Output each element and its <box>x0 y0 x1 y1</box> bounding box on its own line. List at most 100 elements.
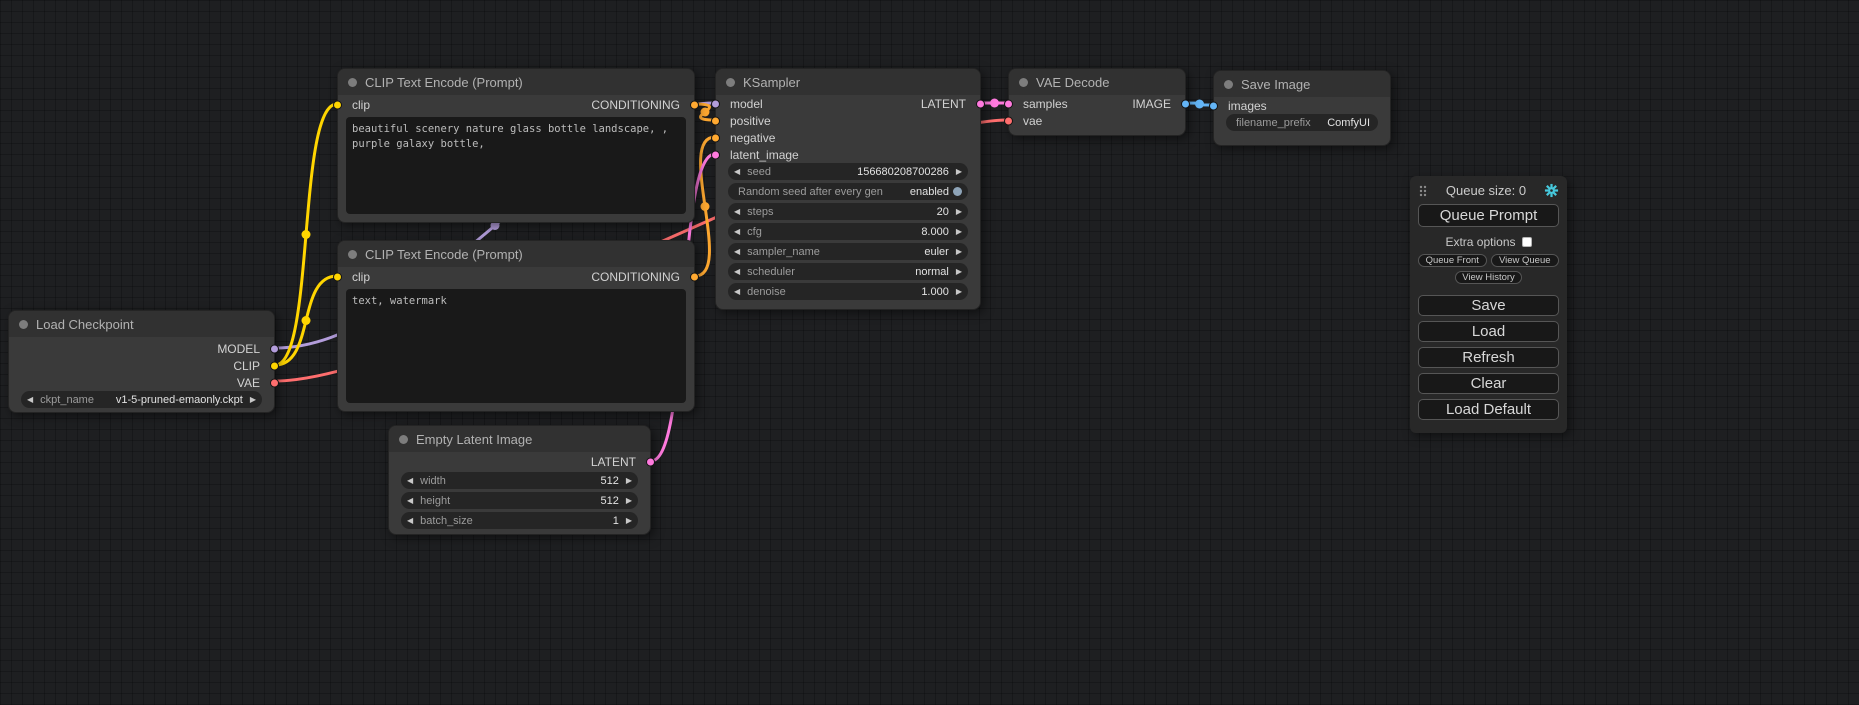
increment-arrow-icon[interactable]: ▶ <box>626 517 632 525</box>
input-dot-images[interactable] <box>1209 101 1218 110</box>
widget-batch-size[interactable]: ◀ batch_size 1 ▶ <box>401 512 638 529</box>
decrement-arrow-icon[interactable]: ◀ <box>407 497 413 505</box>
output-dot-image[interactable] <box>1181 99 1190 108</box>
node-title: Save Image <box>1241 77 1310 92</box>
prompt-textarea[interactable]: text, watermark <box>346 289 686 403</box>
widget-scheduler[interactable]: ◀ scheduler normal ▶ <box>728 263 968 280</box>
load-button[interactable]: Load <box>1418 321 1559 342</box>
input-dot-latent-image[interactable] <box>711 150 720 159</box>
increment-arrow-icon[interactable]: ▶ <box>956 228 962 236</box>
node-title-bar[interactable]: Save Image <box>1214 71 1390 97</box>
node-ksampler[interactable]: KSampler model LATENT positive negative … <box>715 68 981 310</box>
node-status-dot[interactable] <box>726 78 735 87</box>
node-title-bar[interactable]: VAE Decode <box>1009 69 1185 95</box>
widget-steps[interactable]: ◀ steps 20 ▶ <box>728 203 968 220</box>
output-dot-latent[interactable] <box>976 99 985 108</box>
node-title-bar[interactable]: Load Checkpoint <box>9 311 274 337</box>
node-status-dot[interactable] <box>348 250 357 259</box>
node-graph-canvas[interactable]: Load Checkpoint MODEL CLIP VAE ◀ ckpt_na… <box>0 0 1859 705</box>
settings-gear-icon[interactable] <box>1544 183 1559 198</box>
node-status-dot[interactable] <box>1019 78 1028 87</box>
output-row-latent: LATENT <box>389 452 650 472</box>
prompt-textarea[interactable]: beautiful scenery nature glass bottle la… <box>346 117 686 214</box>
node-title: KSampler <box>743 75 800 90</box>
output-dot-clip[interactable] <box>270 361 279 370</box>
output-dot-conditioning[interactable] <box>690 101 699 110</box>
view-queue-button[interactable]: View Queue <box>1491 254 1560 267</box>
queue-front-button[interactable]: Queue Front <box>1418 254 1487 267</box>
widget-ckpt-name[interactable]: ◀ ckpt_name v1-5-pruned-emaonly.ckpt ▶ <box>21 391 262 408</box>
clear-button[interactable]: Clear <box>1418 373 1559 394</box>
output-label-image: IMAGE <box>1132 97 1171 111</box>
increment-arrow-icon[interactable]: ▶ <box>626 497 632 505</box>
decrement-arrow-icon[interactable]: ◀ <box>27 396 33 404</box>
input-dot-model[interactable] <box>711 99 720 108</box>
input-dot-negative[interactable] <box>711 133 720 142</box>
node-load-checkpoint[interactable]: Load Checkpoint MODEL CLIP VAE ◀ ckpt_na… <box>8 310 275 413</box>
drag-handle-icon[interactable] <box>1418 184 1428 198</box>
decrement-arrow-icon[interactable]: ◀ <box>407 477 413 485</box>
widget-height[interactable]: ◀ height 512 ▶ <box>401 492 638 509</box>
decrement-arrow-icon[interactable]: ◀ <box>734 228 740 236</box>
node-title-bar[interactable]: Empty Latent Image <box>389 426 650 452</box>
widget-cfg[interactable]: ◀ cfg 8.000 ▶ <box>728 223 968 240</box>
link-midpoint-dot <box>1195 100 1204 109</box>
node-vae-decode[interactable]: VAE Decode samples IMAGE vae <box>1008 68 1186 136</box>
widget-value: 156680208700286 <box>857 166 949 178</box>
input-label-model: model <box>730 97 763 111</box>
increment-arrow-icon[interactable]: ▶ <box>956 248 962 256</box>
widget-width[interactable]: ◀ width 512 ▶ <box>401 472 638 489</box>
input-dot-clip[interactable] <box>333 101 342 110</box>
node-status-dot[interactable] <box>348 78 357 87</box>
view-history-button[interactable]: View History <box>1455 271 1522 284</box>
node-title: VAE Decode <box>1036 75 1109 90</box>
decrement-arrow-icon[interactable]: ◀ <box>734 268 740 276</box>
input-dot-positive[interactable] <box>711 116 720 125</box>
slot-row: clip CONDITIONING <box>338 267 694 287</box>
node-empty-latent-image[interactable]: Empty Latent Image LATENT ◀ width 512 ▶ … <box>388 425 651 535</box>
extra-options-row: Extra options <box>1418 235 1559 249</box>
node-status-dot[interactable] <box>399 435 408 444</box>
increment-arrow-icon[interactable]: ▶ <box>626 477 632 485</box>
increment-arrow-icon[interactable]: ▶ <box>250 396 256 404</box>
input-dot-clip[interactable] <box>333 273 342 282</box>
extra-options-checkbox[interactable] <box>1522 237 1532 247</box>
toggle-circle-icon[interactable] <box>953 187 962 196</box>
node-title-bar[interactable]: KSampler <box>716 69 980 95</box>
increment-arrow-icon[interactable]: ▶ <box>956 288 962 296</box>
input-dot-vae[interactable] <box>1004 116 1013 125</box>
save-button[interactable]: Save <box>1418 295 1559 316</box>
decrement-arrow-icon[interactable]: ◀ <box>407 517 413 525</box>
widget-name: width <box>420 475 593 487</box>
decrement-arrow-icon[interactable]: ◀ <box>734 168 740 176</box>
load-default-button[interactable]: Load Default <box>1418 399 1559 420</box>
input-dot-samples[interactable] <box>1004 99 1013 108</box>
decrement-arrow-icon[interactable]: ◀ <box>734 288 740 296</box>
output-label-conditioning: CONDITIONING <box>591 270 680 284</box>
output-dot-latent[interactable] <box>646 458 655 467</box>
increment-arrow-icon[interactable]: ▶ <box>956 268 962 276</box>
widget-value: ComfyUI <box>1327 117 1370 129</box>
increment-arrow-icon[interactable]: ▶ <box>956 208 962 216</box>
decrement-arrow-icon[interactable]: ◀ <box>734 208 740 216</box>
node-status-dot[interactable] <box>19 320 28 329</box>
widget-sampler-name[interactable]: ◀ sampler_name euler ▶ <box>728 243 968 260</box>
widget-denoise[interactable]: ◀ denoise 1.000 ▶ <box>728 283 968 300</box>
increment-arrow-icon[interactable]: ▶ <box>956 168 962 176</box>
output-dot-conditioning[interactable] <box>690 273 699 282</box>
node-clip-text-encode-positive[interactable]: CLIP Text Encode (Prompt) clip CONDITION… <box>337 68 695 223</box>
node-title-bar[interactable]: CLIP Text Encode (Prompt) <box>338 241 694 267</box>
node-save-image[interactable]: Save Image images filename_prefix ComfyU… <box>1213 70 1391 146</box>
refresh-button[interactable]: Refresh <box>1418 347 1559 368</box>
queue-prompt-button[interactable]: Queue Prompt <box>1418 204 1559 227</box>
node-status-dot[interactable] <box>1224 80 1233 89</box>
node-title-bar[interactable]: CLIP Text Encode (Prompt) <box>338 69 694 95</box>
widget-seed[interactable]: ◀ seed 156680208700286 ▶ <box>728 163 968 180</box>
widget-filename-prefix[interactable]: filename_prefix ComfyUI <box>1226 114 1378 131</box>
widget-random-seed-toggle[interactable]: Random seed after every gen enabled <box>728 183 968 200</box>
decrement-arrow-icon[interactable]: ◀ <box>734 248 740 256</box>
widget-value: 512 <box>600 495 618 507</box>
output-dot-vae[interactable] <box>270 378 279 387</box>
node-clip-text-encode-negative[interactable]: CLIP Text Encode (Prompt) clip CONDITION… <box>337 240 695 412</box>
output-dot-model[interactable] <box>270 344 279 353</box>
